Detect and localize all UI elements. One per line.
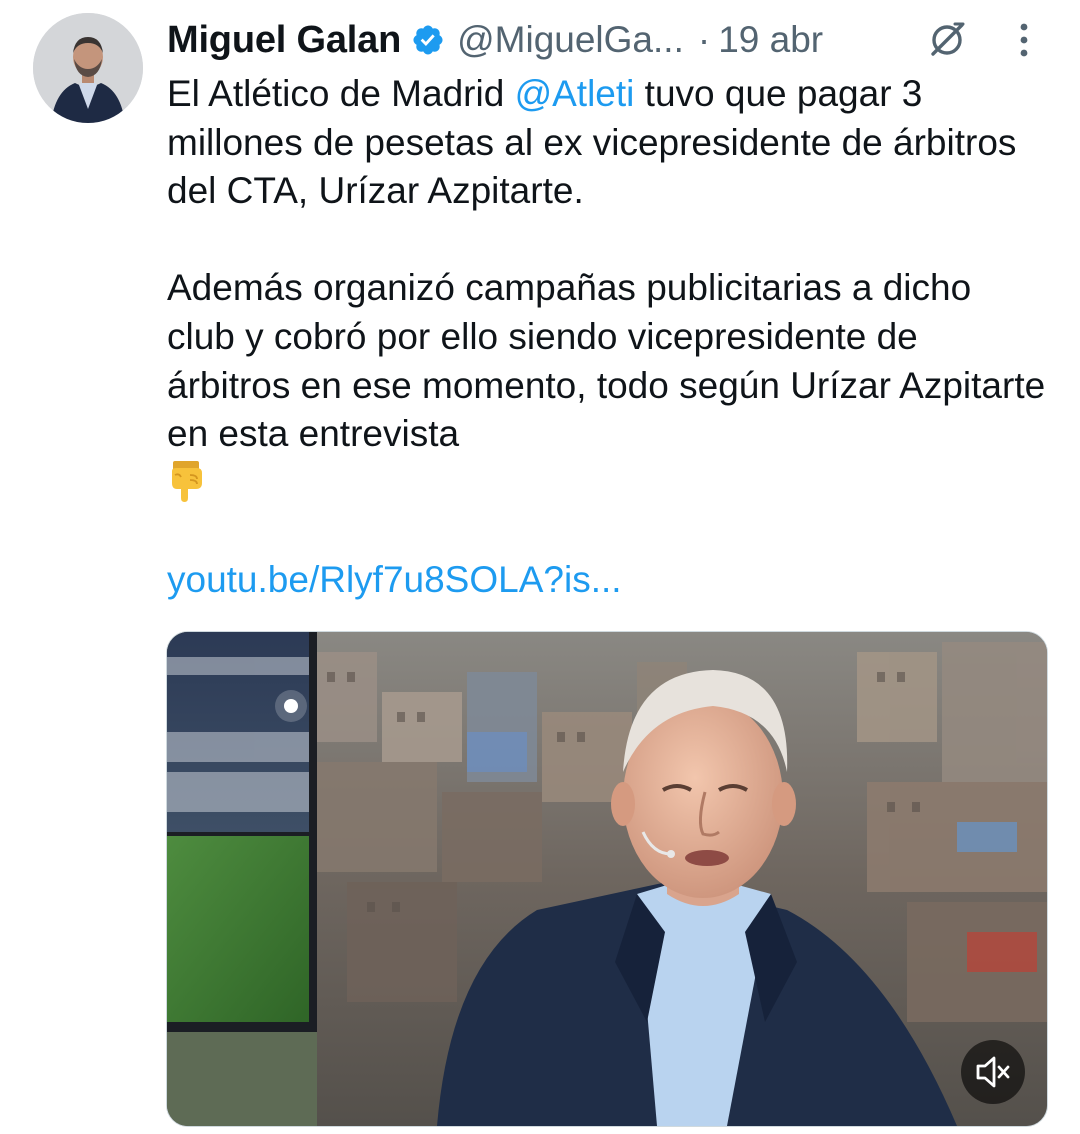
video-player[interactable] <box>166 631 1048 1127</box>
verified-badge-icon <box>411 23 445 57</box>
tweet-paragraph-1: El Atlético de Madrid @Atleti tuvo que p… <box>167 70 1047 216</box>
timestamp[interactable]: 19 abr <box>718 19 823 61</box>
grok-icon[interactable] <box>925 18 969 62</box>
handle[interactable]: @MiguelGa... <box>457 19 684 61</box>
volume-muted-icon <box>976 1056 1010 1088</box>
tweet-header: Miguel Galan @MiguelGa... · 19 abr <box>167 14 823 66</box>
mention-link[interactable]: @Atleti <box>515 73 635 114</box>
pointing-down-emoji-icon <box>167 459 207 503</box>
tweet-paragraph-2: Además organizó campañas publicitarias a… <box>167 264 1047 507</box>
youtube-link[interactable]: youtu.be/Rlyf7u8SOLA?is... <box>167 559 622 600</box>
separator: · <box>697 19 711 60</box>
display-name[interactable]: Miguel Galan <box>167 19 401 62</box>
more-vertical-icon[interactable] <box>1012 18 1036 62</box>
tweet-text: El Atlético de Madrid @Atleti tuvo que p… <box>167 70 1047 605</box>
tweet[interactable]: Miguel Galan @MiguelGa... · 19 abr El At… <box>0 0 1080 1134</box>
text-segment: Además organizó campañas publicitarias a… <box>167 267 1046 455</box>
text-segment: El Atlético de Madrid <box>167 73 515 114</box>
mute-button[interactable] <box>961 1040 1025 1104</box>
avatar[interactable] <box>33 13 143 123</box>
tweet-paragraph-3: youtu.be/Rlyf7u8SOLA?is... <box>167 556 1047 605</box>
